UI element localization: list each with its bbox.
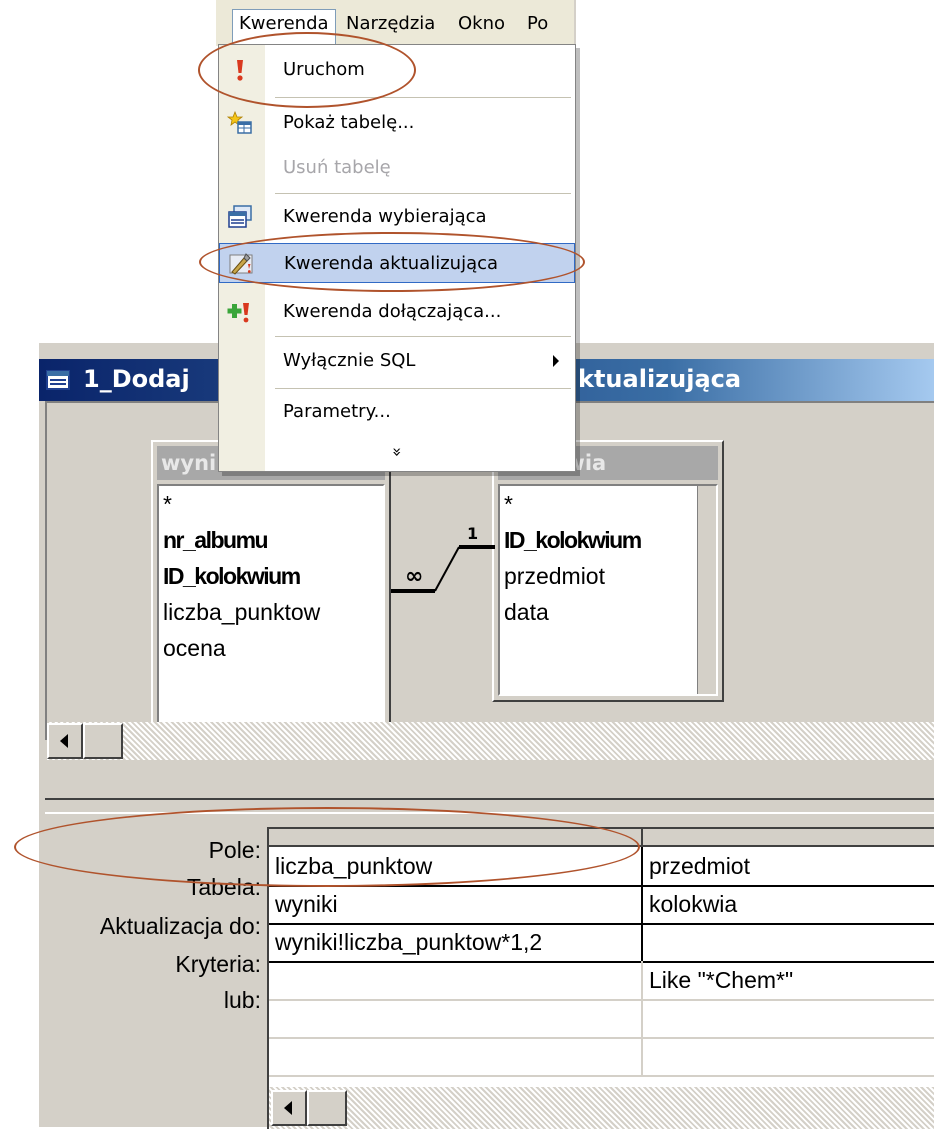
submenu-arrow-icon (553, 355, 559, 367)
field-item-key[interactable]: nr_albumu (159, 522, 383, 558)
field-item-key[interactable]: ID_kolokwium (159, 558, 383, 594)
menu-item-show-table[interactable]: Pokaż tabelę... (219, 103, 575, 143)
menu-okno[interactable]: Okno (452, 10, 511, 38)
field-item[interactable]: liczba_punktow (159, 594, 383, 630)
menu-item-label: Wyłącznie SQL (283, 350, 416, 371)
scroll-thumb[interactable] (83, 723, 123, 759)
field-list-body: * nr_albumu ID_kolokwium liczba_punktow … (157, 484, 385, 730)
annotation-ellipse-update-to (14, 807, 640, 887)
field-list-body: * ID_kolokwium przedmiot data (498, 484, 718, 696)
scroll-thumb[interactable] (307, 1090, 347, 1126)
menu-separator (275, 336, 571, 337)
expand-chevron-glyph: » (387, 447, 407, 457)
grid-cell-or[interactable] (269, 999, 643, 1039)
menu-item-sql-only[interactable]: Wyłącznie SQL (219, 341, 575, 381)
grid-horizontal-scrollbar[interactable] (269, 1087, 934, 1129)
menu-item-label: Kwerenda dołączająca... (283, 301, 502, 322)
annotation-ellipse-update-query (199, 232, 585, 292)
menu-item-label: Usuń tabelę (283, 157, 391, 178)
relationship-many-label: ∞ (405, 564, 423, 589)
field-list-scrollbar[interactable] (697, 486, 716, 694)
menu-item-select-query[interactable]: Kwerenda wybierająca (219, 197, 575, 237)
grid-cell-or[interactable] (643, 999, 934, 1039)
menu-expand-chevron-icon[interactable]: » (219, 435, 575, 469)
menu-narzedzia[interactable]: Narzędzia (340, 10, 441, 38)
menu-pomoc[interactable]: Po (521, 10, 554, 38)
grid-cell-criteria[interactable]: Like "*Chem*" (643, 961, 934, 1001)
menu-separator (275, 388, 571, 389)
menu-item-parameters[interactable]: Parametry... (219, 392, 575, 432)
grid-label-or: lub: (223, 987, 261, 1013)
menu-item-label: Parametry... (283, 401, 391, 422)
grid-cell-field[interactable]: przedmiot (643, 847, 934, 887)
field-item[interactable]: przedmiot (500, 558, 716, 594)
field-item[interactable]: * (159, 486, 383, 522)
grid-cell-table[interactable]: wyniki (269, 885, 643, 925)
grid-cell-empty[interactable] (269, 1037, 643, 1077)
grid-label-criteria: Kryteria: (175, 951, 261, 977)
field-item-key[interactable]: ID_kolokwium (500, 522, 716, 558)
select-query-icon (228, 205, 252, 228)
field-list-kolokwia[interactable]: kolokwia * ID_kolokwium przedmiot data (492, 440, 724, 702)
show-table-icon (227, 111, 252, 134)
annotation-ellipse-run (198, 32, 416, 108)
arrow-left-icon (284, 1101, 292, 1115)
grid-cell-criteria[interactable] (269, 961, 643, 1001)
grid-cell-update-to[interactable] (643, 923, 934, 963)
column-selector[interactable] (643, 829, 934, 847)
window-title-part-right: ktualizująca (578, 365, 742, 393)
field-item[interactable]: ocena (159, 630, 383, 666)
scroll-left-button[interactable] (271, 1090, 307, 1126)
scroll-left-button[interactable] (47, 723, 83, 759)
menu-item-label: Kwerenda wybierająca (283, 206, 487, 227)
query-window-icon (46, 370, 70, 390)
grid-cell-empty[interactable] (643, 1037, 934, 1077)
relationship-one-label: 1 (467, 524, 478, 543)
grid-cell-table[interactable]: kolokwia (643, 885, 934, 925)
menu-item-label: Pokaż tabelę... (283, 112, 415, 133)
window-title-part-left: 1_Dodaj (83, 365, 190, 393)
table-pane-horizontal-scrollbar[interactable] (47, 722, 934, 760)
menu-item-remove-table[interactable]: Usuń tabelę (219, 148, 575, 188)
arrow-left-icon (60, 734, 68, 748)
field-list-wyniki[interactable]: wyniki * nr_albumu ID_kolokwium liczba_p… (151, 440, 391, 736)
field-item[interactable]: data (500, 594, 716, 630)
menu-separator (275, 193, 571, 194)
field-item[interactable]: * (500, 486, 716, 522)
menu-item-append-query[interactable]: Kwerenda dołączająca... (219, 292, 575, 332)
grid-label-update-to: Aktualizacja do: (99, 913, 261, 939)
append-query-icon (227, 303, 249, 323)
grid-cell-update-to[interactable]: wyniki!liczba_punktow*1,2 (269, 923, 643, 963)
relationship-line[interactable]: ∞ 1 (377, 523, 507, 613)
